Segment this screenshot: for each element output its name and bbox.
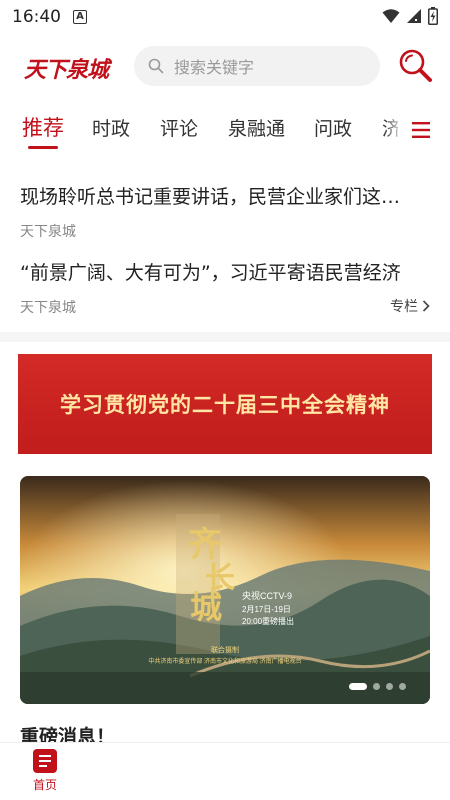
app-header: 天下泉城 搜索关键字	[0, 40, 450, 96]
carousel-slide-image: 齐 长 城 央视CCTV-9 2月17日-19日 20:00重磅播出 联合摄制 …	[20, 476, 430, 704]
channel-tabs: 推荐 时政 评论 泉融通 问政 济	[0, 108, 450, 152]
search-icon	[148, 58, 164, 74]
image-carousel[interactable]: 齐 长 城 央视CCTV-9 2月17日-19日 20:00重磅播出 联合摄制 …	[20, 476, 430, 704]
carousel-channel: 央视CCTV-9	[242, 590, 292, 601]
search-input[interactable]: 搜索关键字	[134, 46, 380, 86]
carousel-produced-label: 联合摄制	[211, 645, 239, 654]
nav-home[interactable]: 首页	[22, 749, 68, 793]
carousel-time: 20:00重磅播出	[242, 616, 294, 626]
status-time: 16:40	[12, 7, 61, 27]
carousel-title-char: 齐	[188, 525, 222, 565]
special-column-label: 专栏	[390, 299, 418, 315]
special-column-link[interactable]: 专栏	[390, 296, 430, 316]
carousel-dot[interactable]	[386, 683, 393, 690]
carousel-title-char: 城	[190, 588, 222, 626]
app-logo: 天下泉城	[24, 57, 109, 83]
nav-home-label: 首页	[32, 778, 57, 792]
bottom-nav: 首页	[0, 742, 450, 800]
carousel-credits: 中共济南市委宣传部 济南市文化和旅游局 济南广播电视台	[148, 657, 301, 665]
tab-wenzheng[interactable]: 问政	[314, 114, 352, 141]
tab-quanrongtong[interactable]: 泉融通	[228, 114, 285, 141]
news-source: 天下泉城	[20, 300, 76, 316]
wifi-icon	[382, 9, 400, 23]
news-title[interactable]: 现场聆听总书记重要讲话，民营企业家们这…	[20, 182, 432, 209]
carousel-dot-active[interactable]	[349, 683, 367, 690]
carousel-dot[interactable]	[399, 683, 406, 690]
search-placeholder: 搜索关键字	[174, 58, 255, 77]
section-divider	[0, 332, 450, 342]
hamburger-menu-icon[interactable]	[412, 122, 430, 138]
battery-icon	[428, 7, 438, 25]
tab-commentary[interactable]: 评论	[160, 114, 198, 141]
carousel-pagination	[349, 683, 406, 690]
carousel-dot[interactable]	[373, 683, 380, 690]
promo-banner[interactable]: 学习贯彻党的二十届三中全会精神	[18, 354, 432, 454]
chevron-right-icon	[422, 300, 430, 312]
tab-recommend[interactable]: 推荐	[22, 112, 64, 142]
home-icon	[33, 749, 57, 773]
news-item[interactable]: 现场聆听总书记重要讲话，民营企业家们这… 天下泉城	[20, 182, 432, 241]
news-item[interactable]: “前景广阔、大有可为”，习近平寄语民营经济 天下泉城	[20, 258, 432, 317]
status-icons	[382, 7, 438, 25]
search-button-icon[interactable]	[398, 48, 434, 84]
promo-banner-text: 学习贯彻党的二十届三中全会精神	[60, 393, 390, 417]
notification-icon: A	[73, 10, 87, 24]
news-source: 天下泉城	[20, 224, 76, 240]
status-bar: 16:40 A	[0, 0, 450, 34]
active-tab-indicator	[28, 146, 58, 149]
signal-icon	[407, 9, 421, 23]
news-title[interactable]: “前景广阔、大有可为”，习近平寄语民营经济	[20, 258, 432, 285]
carousel-date: 2月17日-19日	[242, 605, 291, 614]
tab-politics[interactable]: 时政	[92, 114, 130, 141]
